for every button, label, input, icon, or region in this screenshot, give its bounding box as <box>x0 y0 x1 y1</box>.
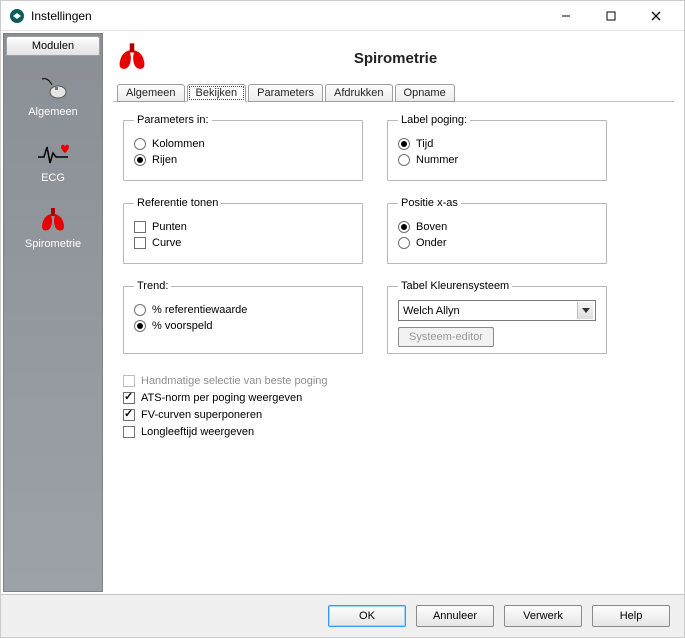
dropdown-value: Welch Allyn <box>403 305 460 317</box>
group-positie-xas: Positie x-as Boven Onder <box>387 197 607 264</box>
tabstrip: Algemeen Bekijken Parameters Afdrukken O… <box>117 84 674 102</box>
radio-label: Tijd <box>416 138 433 150</box>
chevron-down-icon <box>577 302 593 319</box>
radio-label: Onder <box>416 237 447 249</box>
dropdown-kleurensysteem[interactable]: Welch Allyn <box>398 300 596 321</box>
radio-kolommen[interactable] <box>134 138 146 150</box>
tab-algemeen[interactable]: Algemeen <box>117 84 185 102</box>
check-longleeftijd[interactable] <box>123 426 135 438</box>
check-label: Curve <box>152 237 181 249</box>
ecg-icon <box>4 136 102 172</box>
check-curve[interactable] <box>134 237 146 249</box>
verwerk-button[interactable]: Verwerk <box>504 605 582 627</box>
radio-rijen[interactable] <box>134 154 146 166</box>
group-legend: Referentie tonen <box>134 197 221 209</box>
help-button[interactable]: Help <box>592 605 670 627</box>
content-panel: Spirometrie Algemeen Bekijken Parameters… <box>105 33 682 592</box>
radio-label: % voorspeld <box>152 320 213 332</box>
sidebar-item-spirometrie[interactable]: Spirometrie <box>4 196 102 262</box>
window-controls <box>543 2 678 30</box>
mouse-icon <box>4 70 102 106</box>
sidebar-tab-modulen[interactable]: Modulen <box>6 36 100 56</box>
group-legend: Label poging: <box>398 114 470 126</box>
sidebar-item-label: Spirometrie <box>4 238 102 250</box>
group-legend: Parameters in: <box>134 114 212 126</box>
check-label: FV-curven superponeren <box>141 409 262 421</box>
ok-button[interactable]: OK <box>328 605 406 627</box>
group-legend: Tabel Kleurensysteem <box>398 280 512 292</box>
app-icon <box>9 8 25 24</box>
tab-afdrukken[interactable]: Afdrukken <box>325 84 393 102</box>
sidebar: Modulen Algemeen <box>3 33 103 592</box>
sidebar-item-algemeen[interactable]: Algemeen <box>4 64 102 130</box>
annuleer-button[interactable]: Annuleer <box>416 605 494 627</box>
check-label: Longleeftijd weergeven <box>141 426 254 438</box>
tab-bekijken[interactable]: Bekijken <box>187 84 247 102</box>
check-label: Punten <box>152 221 187 233</box>
titlebar: Instellingen <box>1 1 684 31</box>
radio-label: Nummer <box>416 154 458 166</box>
group-legend: Positie x-as <box>398 197 461 209</box>
radio-tijd[interactable] <box>398 138 410 150</box>
check-label: ATS-norm per poging weergeven <box>141 392 302 404</box>
radio-label: Kolommen <box>152 138 205 150</box>
sidebar-item-label: ECG <box>4 172 102 184</box>
radio-label: % referentiewaarde <box>152 304 247 316</box>
tab-opname[interactable]: Opname <box>395 84 455 102</box>
radio-label: Rijen <box>152 154 177 166</box>
check-punten[interactable] <box>134 221 146 233</box>
radio-label: Boven <box>416 221 447 233</box>
group-legend: Trend: <box>134 280 171 292</box>
radio-onder[interactable] <box>398 237 410 249</box>
bottom-bar: OK Annuleer Verwerk Help <box>1 594 684 637</box>
lungs-icon <box>4 202 102 238</box>
tab-parameters[interactable]: Parameters <box>248 84 323 102</box>
group-referentie-tonen: Referentie tonen Punten Curve <box>123 197 363 264</box>
extra-checks: Handmatige selectie van beste poging ATS… <box>123 370 363 443</box>
maximize-button[interactable] <box>588 2 633 30</box>
radio-voorspeld[interactable] <box>134 320 146 332</box>
radio-boven[interactable] <box>398 221 410 233</box>
group-label-poging: Label poging: Tijd Nummer <box>387 114 607 181</box>
sidebar-item-ecg[interactable]: ECG <box>4 130 102 196</box>
page-lungs-icon <box>115 41 149 76</box>
window-title: Instellingen <box>31 9 543 23</box>
radio-nummer[interactable] <box>398 154 410 166</box>
check-label: Handmatige selectie van beste poging <box>141 375 328 387</box>
page-title: Spirometrie <box>157 50 634 67</box>
check-atsnorm[interactable] <box>123 392 135 404</box>
close-button[interactable] <box>633 2 678 30</box>
group-parameters-in: Parameters in: Kolommen Rijen <box>123 114 363 181</box>
check-fvcurven[interactable] <box>123 409 135 421</box>
group-trend: Trend: % referentiewaarde % voorspeld <box>123 280 363 354</box>
sidebar-item-label: Algemeen <box>4 106 102 118</box>
systeem-editor-button[interactable]: Systeem-editor <box>398 327 494 347</box>
radio-referentiewaarde[interactable] <box>134 304 146 316</box>
window: Instellingen Modulen <box>0 0 685 638</box>
group-kleurensysteem: Tabel Kleurensysteem Welch Allyn Systeem… <box>387 280 607 354</box>
check-handmatige <box>123 375 135 387</box>
minimize-button[interactable] <box>543 2 588 30</box>
